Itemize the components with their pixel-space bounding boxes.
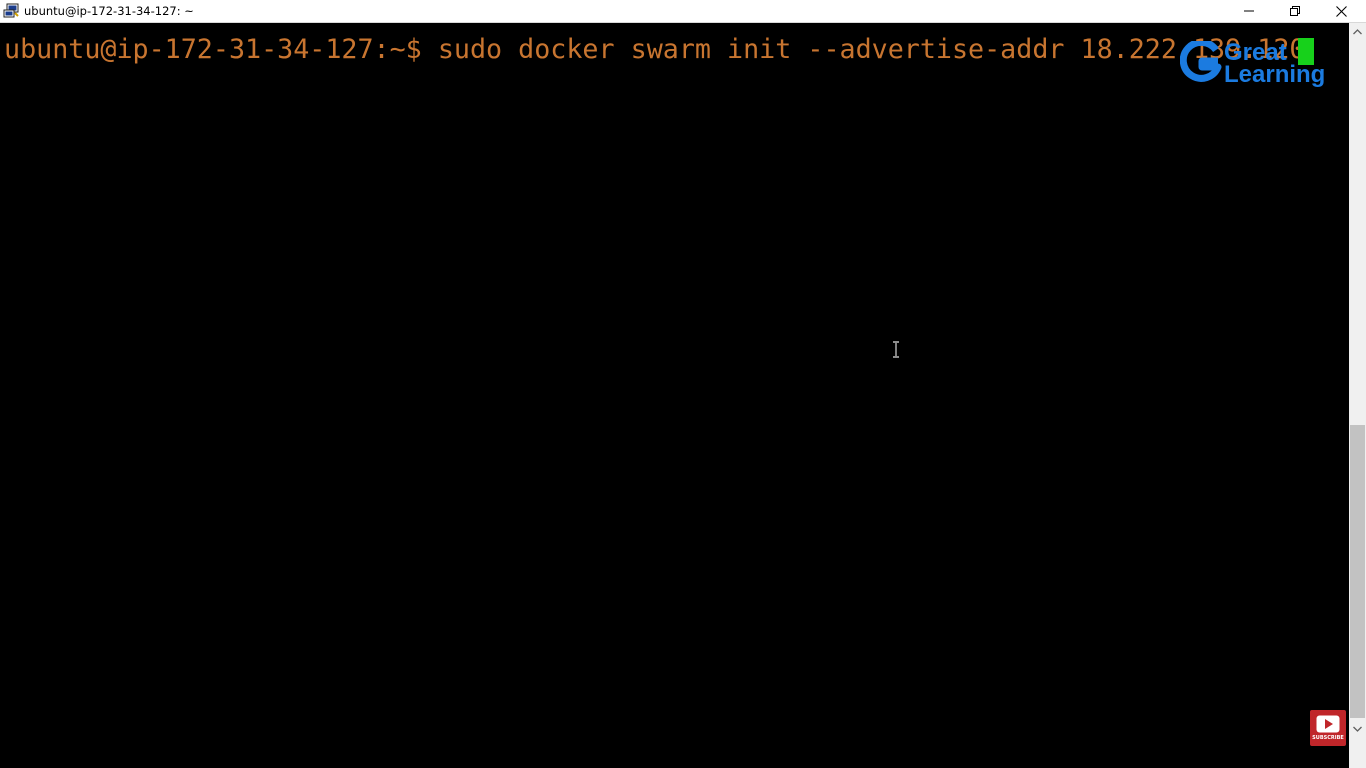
vertical-scrollbar[interactable]	[1349, 23, 1366, 768]
restore-button[interactable]	[1272, 0, 1318, 22]
g-logo-icon	[1180, 41, 1222, 82]
command-text: sudo docker swarm init --advertise-addr …	[437, 34, 1306, 65]
scroll-up-button[interactable]	[1349, 23, 1366, 40]
ibeam-cursor-icon	[893, 341, 899, 358]
title-bar[interactable]: ubuntu@ip-172-31-34-127: ~	[0, 0, 1366, 23]
scroll-down-arrow-icon	[1353, 726, 1362, 732]
great-learning-logo: Great Learning	[1180, 39, 1342, 93]
command-line: ubuntu@ip-172-31-34-127:~$ sudo docker s…	[4, 35, 1305, 65]
scroll-up-arrow-icon	[1353, 28, 1362, 34]
close-button[interactable]	[1318, 0, 1364, 22]
shell-prompt: ubuntu@ip-172-31-34-127:~$	[4, 34, 438, 65]
window-title: ubuntu@ip-172-31-34-127: ~	[24, 4, 194, 18]
logo-text-learning: Learning	[1224, 61, 1326, 88]
terminal-area[interactable]: ubuntu@ip-172-31-34-127:~$ sudo docker s…	[0, 23, 1349, 768]
close-icon	[1335, 5, 1347, 17]
putty-window: ubuntu@ip-172-31-34-127: ~ ubuntu@ip-172…	[0, 0, 1366, 768]
minimize-icon	[1244, 10, 1254, 12]
minimize-button[interactable]	[1226, 0, 1272, 22]
youtube-play-icon	[1316, 715, 1340, 733]
subscribe-button[interactable]: SUBSCRIBE	[1310, 710, 1346, 746]
subscribe-label: SUBSCRIBE	[1312, 735, 1344, 741]
scroll-down-button[interactable]	[1349, 720, 1366, 737]
scrollbar-thumb[interactable]	[1350, 425, 1365, 718]
restore-icon	[1290, 6, 1300, 16]
putty-icon[interactable]	[3, 3, 20, 19]
